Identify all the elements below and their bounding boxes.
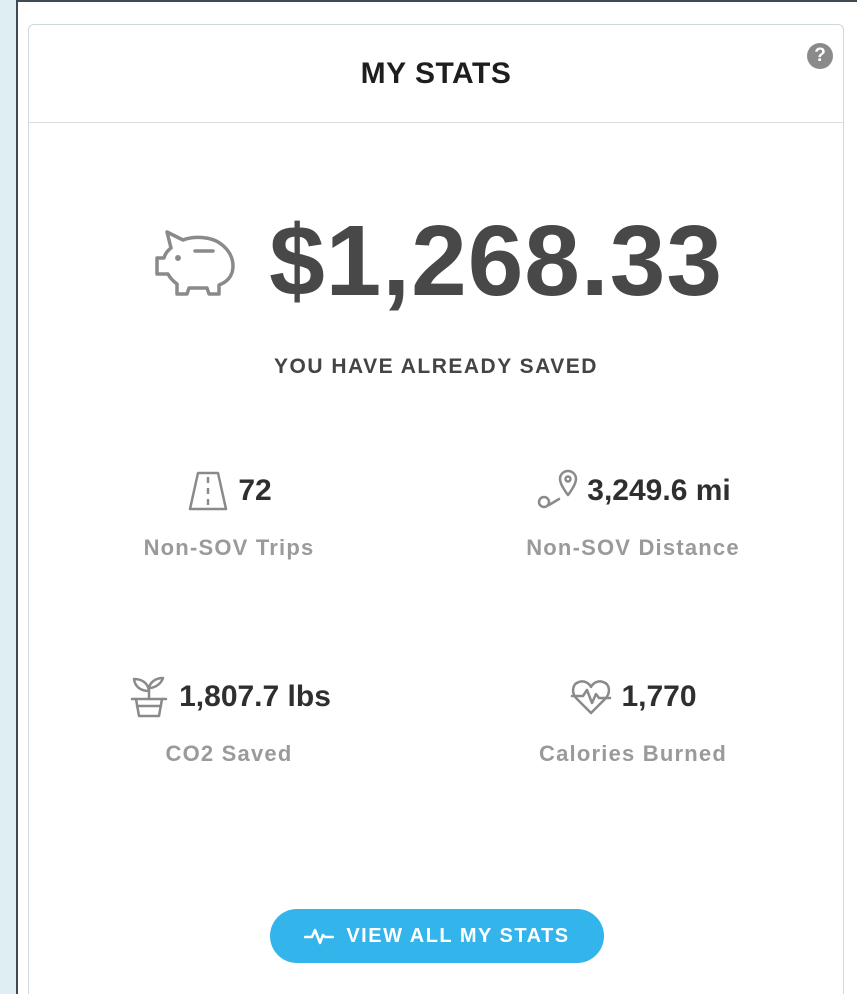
stat-non-sov-distance: 3,249.6 mi Non-SOV Distance [433, 469, 833, 561]
heart-pulse-icon [571, 680, 612, 715]
stat-co2-saved: 1,807.7 lbs CO2 Saved [29, 675, 429, 767]
view-all-stats-label: VIEW ALL MY STATS [346, 924, 570, 947]
stat-label: Non-SOV Distance [526, 535, 740, 560]
stat-label: CO2 Saved [165, 741, 293, 766]
stat-value-row: 3,249.6 mi [433, 469, 833, 513]
stat-label: Calories Burned [539, 741, 727, 766]
road-icon [189, 471, 228, 511]
my-stats-card: MY STATS ? $1,268.33 YOU HAVE ALREADY SA… [28, 24, 844, 994]
stat-value: 1,770 [621, 680, 697, 713]
plant-pot-icon [130, 676, 168, 718]
activity-pulse-icon [304, 928, 335, 945]
card-title: MY STATS [360, 57, 512, 90]
stat-value-row: 72 [29, 469, 429, 513]
help-icon[interactable]: ? [807, 43, 833, 69]
view-all-stats-button[interactable]: VIEW ALL MY STATS [270, 909, 604, 963]
piggy-bank-icon [155, 230, 235, 296]
stat-value: 3,249.6 mi [587, 474, 731, 507]
card-header: MY STATS ? [29, 25, 843, 123]
stat-label: Non-SOV Trips [143, 535, 315, 560]
savings-row: $1,268.33 [29, 211, 843, 311]
stat-calories-burned: 1,770 Calories Burned [433, 675, 833, 767]
stat-value-row: 1,770 [433, 675, 833, 719]
route-pin-icon [538, 469, 578, 509]
stat-value-row: 1,807.7 lbs [29, 675, 429, 719]
stat-value: 72 [238, 474, 272, 507]
stat-value: 1,807.7 lbs [179, 680, 331, 713]
savings-label: YOU HAVE ALREADY SAVED [274, 355, 598, 378]
savings-amount: $1,268.33 [269, 205, 723, 317]
stat-non-sov-trips: 72 Non-SOV Trips [29, 469, 429, 561]
